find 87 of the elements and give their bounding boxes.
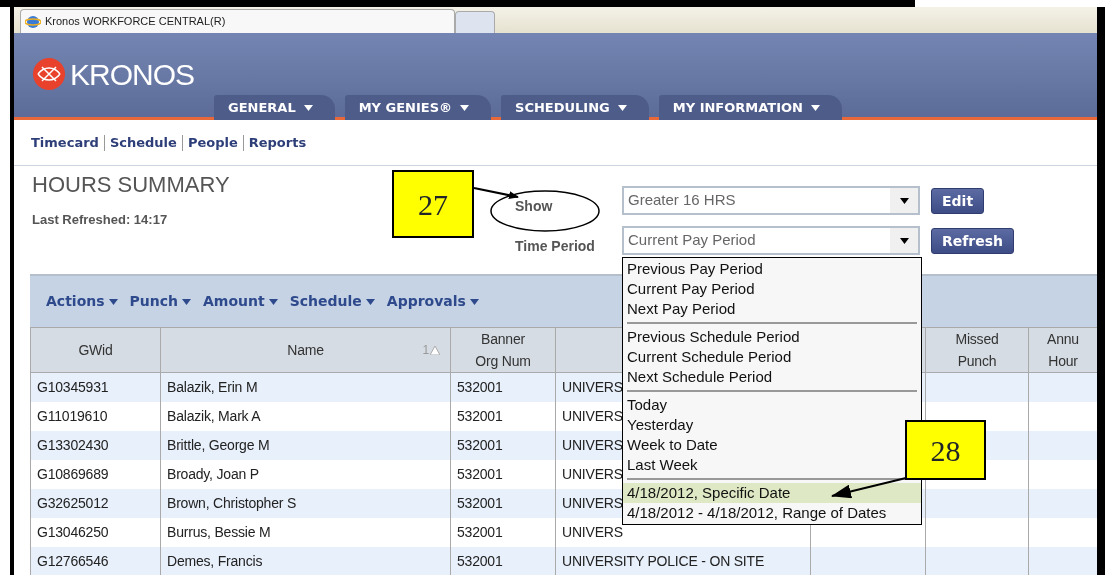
- column-header[interactable]: Missed Punch: [925, 327, 1029, 373]
- menu-tab[interactable]: GENERAL: [214, 95, 335, 120]
- column-header[interactable]: GWid: [30, 327, 161, 373]
- dropdown-field[interactable]: Greater 16 HRS: [622, 186, 920, 215]
- toolbar-menu[interactable]: Actions: [46, 291, 118, 312]
- table-cell: G10869689: [37, 465, 109, 482]
- menu-item[interactable]: Last Week: [623, 455, 702, 475]
- caret-icon: [268, 298, 278, 305]
- sort-ascending-icon: [430, 345, 440, 355]
- dropdown-field[interactable]: Current Pay Period: [622, 226, 920, 255]
- table-cell: Balazik, Erin M: [167, 378, 258, 395]
- filter-label: Show: [515, 197, 553, 216]
- callout-label: 27: [392, 170, 474, 238]
- table-cell: 532001: [457, 494, 503, 511]
- table-cell: G12766546: [37, 552, 109, 569]
- table-cell: UNIVERS: [562, 494, 623, 511]
- menu-item[interactable]: Today: [623, 395, 672, 415]
- table-cell: UNIVERS: [562, 407, 623, 424]
- caret-icon: [365, 298, 375, 305]
- menu-item[interactable]: Current Pay Period: [623, 279, 759, 299]
- menu-item[interactable]: Next Schedule Period: [623, 367, 777, 387]
- browser-logo-icon: [25, 14, 41, 29]
- callout-label: 28: [905, 420, 986, 480]
- page-title: HOURS SUMMARY: [32, 172, 231, 199]
- caret-icon: [182, 298, 191, 305]
- table-cell: UNIVERS: [562, 436, 623, 453]
- table-cell: G11019610: [37, 407, 108, 424]
- table-cell: Brown, Christopher S: [167, 494, 297, 511]
- table-cell: 532001: [457, 552, 503, 569]
- menu-tab[interactable]: MY GENIES®: [344, 95, 492, 120]
- caret-icon: [469, 298, 479, 305]
- table-cell: 532001: [457, 465, 503, 482]
- nav-link[interactable]: Schedule: [104, 132, 182, 153]
- menu-tab[interactable]: MY INFORMATION: [658, 95, 842, 120]
- new-tab-button[interactable]: [455, 11, 495, 33]
- menu-item[interactable]: Week to Date: [623, 435, 722, 455]
- table-cell: G13046250: [37, 523, 109, 540]
- dropdown-arrow-icon: [899, 237, 909, 244]
- toolbar-menu[interactable]: Punch: [129, 291, 191, 312]
- table-cell: 532001: [457, 523, 503, 540]
- toolbar-menu[interactable]: Approvals: [386, 291, 479, 312]
- table-cell: Brittle, George M: [167, 436, 270, 453]
- annotation-arrow: [473, 187, 519, 200]
- table-cell: Burrus, Bessie M: [167, 523, 271, 540]
- action-button[interactable]: Refresh: [931, 227, 1015, 254]
- menu-item[interactable]: Previous Schedule Period: [623, 327, 804, 347]
- caret-icon: [810, 104, 820, 111]
- dropdown-arrow-icon: [899, 197, 909, 204]
- sort-rank: 1: [422, 342, 429, 359]
- toolbar-menu[interactable]: Amount: [203, 291, 278, 312]
- browser-tab[interactable]: Kronos WORKFORCE CENTRAL(R): [20, 9, 455, 33]
- column-header[interactable]: Name 1: [160, 327, 451, 373]
- table-cell: G32625012: [37, 494, 109, 511]
- toolbar-menu[interactable]: Schedule: [289, 291, 375, 312]
- caret-icon: [460, 104, 470, 111]
- table-cell: 532001: [457, 436, 503, 453]
- table-cell: G13302430: [37, 436, 109, 453]
- logo-icon: [32, 57, 66, 91]
- table-cell: UNIVERS: [562, 465, 623, 482]
- menu-item[interactable]: 4/18/2012 - 4/18/2012, Range of Dates: [623, 503, 891, 523]
- nav-link[interactable]: People: [182, 132, 243, 153]
- table-cell: Balazik, Mark A: [167, 407, 261, 424]
- caret-icon: [303, 104, 313, 111]
- nav-link[interactable]: Reports: [243, 132, 312, 153]
- logo-text: KRONOS: [70, 56, 195, 93]
- menu-item[interactable]: 4/18/2012, Specific Date: [623, 483, 921, 503]
- column-header[interactable]: Banner Org Num: [450, 327, 556, 373]
- table-cell: UNIVERS: [562, 378, 623, 395]
- table-cell: UNIVERSITY POLICE - ON SITE: [562, 552, 765, 569]
- table-cell: 532001: [457, 407, 503, 424]
- menu-item[interactable]: Yesterday: [623, 415, 698, 435]
- nav-link[interactable]: Timecard: [26, 132, 104, 153]
- menu-item[interactable]: Next Pay Period: [623, 299, 740, 319]
- column-header[interactable]: Annu Hour: [1028, 327, 1097, 373]
- caret-icon: [108, 298, 118, 305]
- filter-label: Time Period: [515, 237, 595, 256]
- table-cell: 532001: [457, 378, 503, 395]
- table-cell: Broady, Joan P: [167, 465, 259, 482]
- table-cell: UNIVERS: [562, 523, 623, 540]
- caret-icon: [617, 104, 627, 111]
- action-button[interactable]: Edit: [931, 187, 985, 214]
- table-cell: Demes, Francis: [167, 552, 263, 569]
- table-cell: G10345931: [37, 378, 109, 395]
- last-refreshed-text: Last Refreshed: 14:17: [32, 211, 168, 230]
- menu-tab[interactable]: SCHEDULING: [501, 95, 649, 120]
- menu-item[interactable]: Current Schedule Period: [623, 347, 796, 367]
- menu-item[interactable]: Previous Pay Period: [623, 259, 767, 279]
